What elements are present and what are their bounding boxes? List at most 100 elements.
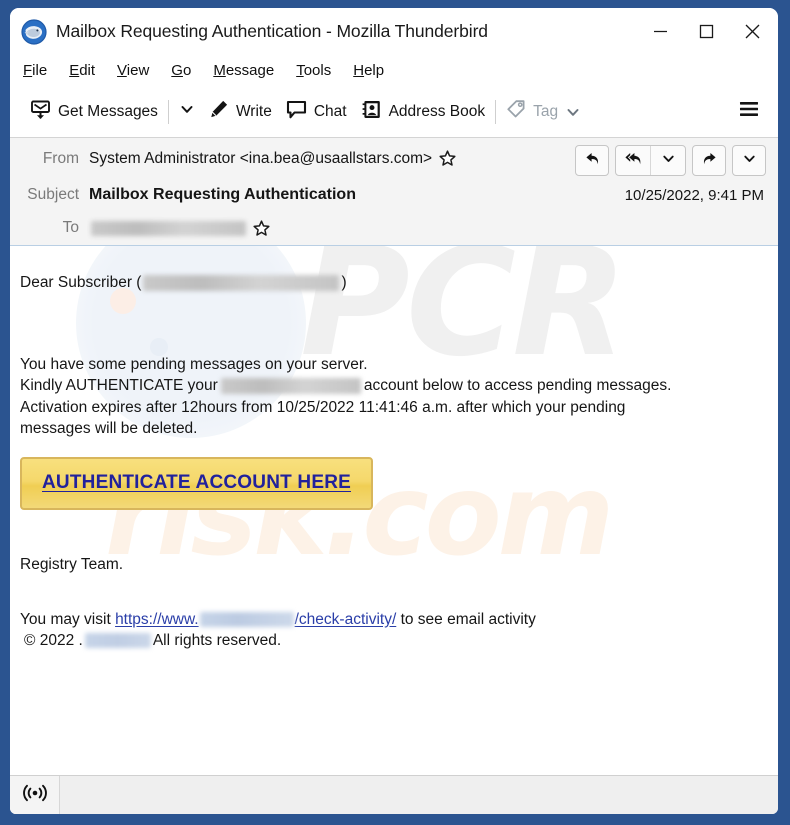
- greeting-prefix: Dear Subscriber (: [20, 274, 142, 291]
- menu-item-view[interactable]: View: [117, 62, 149, 79]
- menu-help-accel: H: [353, 62, 365, 79]
- to-label: To: [62, 219, 79, 236]
- thunderbird-logo-icon: [21, 18, 47, 45]
- activity-link-tail[interactable]: /check-activity/: [295, 611, 397, 628]
- reply-all-arrow-icon: [624, 150, 643, 172]
- menu-view-accel: V: [117, 62, 127, 79]
- chat-button[interactable]: Chat: [279, 93, 354, 131]
- menu-file-accel: F: [23, 62, 33, 79]
- menu-item-message[interactable]: Message: [213, 62, 274, 79]
- footer-activity-line: You may visit https://www. /check-activit…: [20, 609, 778, 631]
- menu-item-file[interactable]: File: [23, 62, 47, 79]
- pencil-icon: [209, 99, 229, 124]
- menu-item-tools[interactable]: Tools: [296, 62, 331, 79]
- maximize-button[interactable]: [683, 8, 729, 55]
- broadcast-signal-icon: [22, 784, 48, 807]
- menu-tools-accel: T: [296, 62, 304, 79]
- body-line-2-prefix: Kindly AUTHENTICATE your: [20, 377, 218, 394]
- menu-go-accel: G: [171, 62, 183, 79]
- menu-file-rest: ile: [32, 62, 48, 79]
- copyright-line: © 2022 . All rights reserved.: [20, 630, 778, 652]
- subject-value: Mailbox Requesting Authentication: [89, 186, 356, 203]
- menu-tools-rest: ools: [303, 62, 332, 79]
- connection-status-button[interactable]: [10, 776, 60, 814]
- menu-edit-accel: E: [69, 62, 80, 79]
- tag-label: Tag: [533, 102, 559, 120]
- body-line-4: messages will be deleted.: [20, 420, 198, 437]
- menu-view-rest: iew: [126, 62, 150, 79]
- from-value[interactable]: System Administrator <ina.bea@usaallstar…: [89, 150, 432, 168]
- tag-icon: [506, 99, 526, 124]
- get-messages-dropdown-button[interactable]: [172, 93, 202, 131]
- message-action-buttons: [575, 145, 766, 176]
- reply-arrow-icon: [584, 150, 601, 172]
- chevron-down-icon: [662, 152, 675, 170]
- address-book-button[interactable]: Address Book: [354, 93, 493, 131]
- menu-edit-rest: dit: [79, 62, 96, 79]
- from-label: From: [42, 149, 79, 167]
- reply-button[interactable]: [575, 145, 609, 176]
- authenticate-account-button[interactable]: AUTHENTICATE ACCOUNT HERE: [20, 456, 373, 510]
- forward-arrow-icon: [701, 150, 718, 172]
- menu-help-rest: elp: [364, 62, 385, 79]
- menu-item-help[interactable]: Help: [353, 62, 384, 79]
- message-body-content: Dear Subscriber () You have some pending…: [10, 246, 778, 652]
- subject-row: Subject Mailbox Requesting Authenticatio…: [10, 179, 778, 211]
- menu-item-edit[interactable]: Edit: [69, 62, 95, 79]
- write-button[interactable]: Write: [202, 93, 279, 131]
- message-header: From System Administrator <ina.bea@usaal…: [10, 138, 778, 246]
- inbox-download-icon: [30, 99, 51, 125]
- status-bar: [10, 775, 778, 814]
- reply-all-button[interactable]: [616, 146, 650, 175]
- tag-dropdown-caret[interactable]: [566, 105, 580, 119]
- body-spacer-2: [20, 576, 778, 609]
- star-outline-icon[interactable]: [439, 150, 456, 167]
- copyright-suffix: All rights reserved.: [152, 632, 282, 649]
- menu-bar: File Edit View Go Message Tools Help: [10, 55, 778, 86]
- reply-all-group: [615, 145, 686, 176]
- activity-link-redacted-domain: [199, 611, 294, 627]
- chat-label: Chat: [313, 102, 347, 120]
- get-messages-button[interactable]: Get Messages: [23, 93, 165, 131]
- forward-button[interactable]: [692, 145, 726, 176]
- minimize-button[interactable]: [637, 8, 683, 55]
- authenticate-account-label: AUTHENTICATE ACCOUNT HERE: [42, 471, 351, 493]
- message-body: PCR risk.com Dear Subscriber () You have…: [10, 246, 778, 775]
- close-button[interactable]: [729, 8, 775, 55]
- write-label: Write: [235, 102, 272, 120]
- reply-all-dropdown-button[interactable]: [650, 146, 685, 175]
- chevron-down-icon: [180, 102, 194, 121]
- from-row: From System Administrator <ina.bea@usaal…: [10, 138, 778, 179]
- to-row: To: [10, 211, 778, 245]
- greeting-redacted-email: [143, 274, 340, 291]
- hamburger-menu-icon: [738, 100, 760, 123]
- footer-block: Registry Team. You may visit https://www…: [20, 510, 778, 652]
- footer-prefix: You may visit: [20, 610, 111, 628]
- tag-button[interactable]: Tag: [499, 93, 587, 131]
- more-actions-button[interactable]: [732, 145, 766, 176]
- speech-bubble-icon: [286, 99, 307, 125]
- copyright-prefix: © 2022 .: [24, 632, 83, 649]
- greeting-line: Dear Subscriber (): [20, 272, 778, 294]
- window-title: Mailbox Requesting Authentication - Mozi…: [56, 21, 488, 41]
- greeting-suffix: ): [341, 274, 347, 291]
- account-redacted: [220, 377, 361, 394]
- cta-wrapper: AUTHENTICATE ACCOUNT HERE: [20, 440, 778, 510]
- menu-go-rest: o: [182, 62, 192, 79]
- get-messages-label: Get Messages: [58, 102, 158, 120]
- to-value-redacted[interactable]: [91, 220, 246, 236]
- thunderbird-window: Mailbox Requesting Authentication - Mozi…: [10, 8, 778, 814]
- body-spacer-1: [20, 294, 778, 354]
- menu-item-go[interactable]: Go: [171, 62, 191, 79]
- toolbar-separator-1: [167, 99, 169, 124]
- body-line-2-suffix: account below to access pending messages…: [363, 377, 672, 394]
- body-line-2: Kindly AUTHENTICATE your account below to…: [20, 375, 778, 397]
- body-line-1: You have some pending messages on your s…: [20, 355, 368, 373]
- copyright-redacted-name: [84, 633, 151, 649]
- menu-message-accel: M: [213, 62, 226, 79]
- star-outline-icon[interactable]: [253, 219, 270, 237]
- signature-line: Registry Team.: [20, 556, 124, 573]
- window-controls: [637, 8, 775, 55]
- activity-link-visible[interactable]: https://www.: [115, 611, 199, 628]
- app-menu-button[interactable]: [732, 95, 766, 129]
